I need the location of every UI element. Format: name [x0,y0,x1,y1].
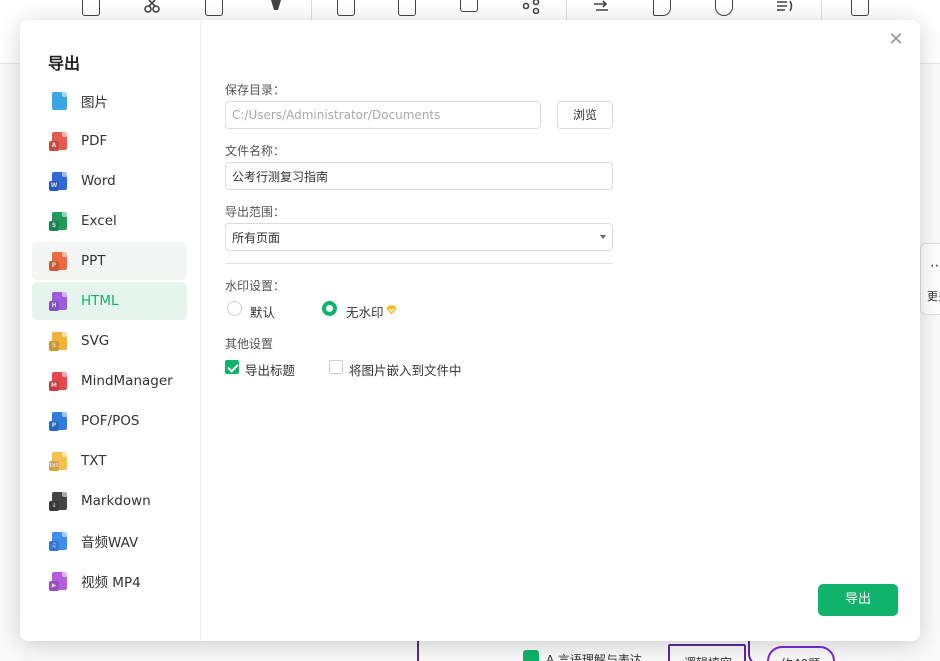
watermark-default-radio[interactable] [227,301,242,316]
file-format-icon [52,92,67,110]
section-divider [225,263,613,264]
format-item-mindmanager[interactable]: M MindManager [32,362,187,400]
premium-diamond-icon [386,305,397,315]
format-item-label: 视频 MP4 [81,575,141,591]
file-format-icon: txt [49,452,67,471]
format-item-0[interactable]: 图片 [32,82,187,120]
file-format-icon: ♫ [49,532,67,551]
watermark-none-label[interactable]: 无水印 [346,302,384,321]
format-item-label: SVG [81,333,110,349]
save-dir-input: C:/Users/Administrator/Documents [225,101,541,129]
file-name-label: 文件名称： [225,144,286,158]
export-dialog: 导出 图片 A PDF W Word S Excel P PPT H HTML S SVG M MindMa… [20,20,920,641]
file-format-icon: H [49,292,67,311]
format-sidebar: 导出 图片 A PDF W Word S Excel P PPT H HTML S SVG M MindMa… [20,20,201,641]
browse-button[interactable]: 浏览 [557,101,613,129]
format-item-pof-pos[interactable]: P POF/POS [32,402,187,440]
toolbar-brush-icon[interactable] [267,0,285,16]
node-checkbox-icon[interactable] [523,650,539,661]
export-range-select[interactable]: 所有页面 [225,223,613,251]
toolbar-separator [566,0,567,20]
format-item-label: Excel [81,213,117,229]
toolbar-search-doc-icon[interactable] [851,0,869,16]
toolbar-subtopic-icon[interactable] [337,0,355,16]
file-format-icon: A [49,132,67,151]
save-dir-label: 保存目录： [225,83,286,97]
toolbar-note-icon[interactable] [82,0,100,16]
format-item-label: HTML [81,293,119,309]
toolbar-comment-icon[interactable] [653,0,671,16]
format-item-pdf[interactable]: A PDF [32,122,187,160]
format-item-label: Markdown [81,493,151,509]
export-title-label[interactable]: 导出标题 [245,360,295,379]
export-title-checkbox[interactable] [225,360,239,374]
more-side-button[interactable]: ⋯ 更多 [920,243,940,315]
format-item-wav[interactable]: ♫ 音频WAV [32,522,187,560]
close-icon[interactable]: ✕ [886,30,906,50]
format-item-label: POF/POS [81,413,140,429]
format-item-label: MindManager [81,373,173,389]
toolbar-summary-icon[interactable] [715,0,733,16]
toolbar-scissors-icon[interactable] [143,0,161,16]
format-item-txt[interactable]: txt TXT [32,442,187,480]
toolbar-connector-icon[interactable] [592,0,610,16]
toolbar-frame-icon[interactable] [460,0,478,12]
format-item-html[interactable]: H HTML [32,282,187,320]
format-item-word[interactable]: W Word [32,162,187,200]
file-format-icon: ↓ [49,492,67,511]
file-format-icon: S [49,212,67,231]
watermark-default-label[interactable]: 默认 [250,302,275,321]
format-item-label: TXT [81,453,107,469]
toolbar-list-icon[interactable] [776,0,794,16]
export-range-label: 导出范围： [225,205,286,219]
toolbar-copy-icon[interactable] [205,0,223,16]
file-name-input[interactable]: 公考行测复习指南 [225,162,613,190]
format-item-excel[interactable]: S Excel [32,202,187,240]
toolbar-separator [311,0,312,20]
dialog-title: 导出 [48,54,81,73]
format-item-label: Word [81,173,116,189]
file-format-icon: M [49,372,67,391]
mindmap-node-box[interactable]: 逻辑填空 [668,644,746,661]
other-settings-label: 其他设置 [225,337,274,351]
file-format-icon: S [49,332,67,351]
more-icon: ⋯ [930,258,940,274]
format-list: 图片 A PDF W Word S Excel P PPT H HTML S SVG M MindManag… [32,82,187,602]
toolbar-separator [821,0,822,20]
export-range-value: 所有页面 [232,230,281,245]
format-item-label: PPT [81,253,106,269]
embed-images-label[interactable]: 将图片嵌入到文件中 [349,360,462,379]
watermark-none-radio[interactable] [322,301,337,316]
chevron-down-icon [600,235,606,239]
more-label: 更多 [927,290,940,303]
format-item-label: PDF [81,133,108,149]
mindmap-node-pill[interactable]: 约40题 [767,646,835,661]
file-format-icon: P [49,252,67,271]
format-item-markdown[interactable]: ↓ Markdown [32,482,187,520]
file-format-icon: W [49,172,67,191]
file-format-icon: ▶ [49,572,67,591]
format-item-mp4[interactable]: ▶ 视频 MP4 [32,562,187,600]
toolbar-child-icon[interactable] [398,0,416,16]
mindmap-node-text[interactable]: A.言语理解与表达 [546,651,642,661]
format-item-ppt[interactable]: P PPT [32,242,187,280]
toolbar-relation-icon[interactable] [522,0,540,16]
format-item-svg[interactable]: S SVG [32,322,187,360]
embed-images-checkbox[interactable] [329,360,343,374]
file-format-icon: P [49,412,67,431]
export-button[interactable]: 导出 [818,584,898,616]
format-item-label: 图片 [81,95,108,111]
watermark-label: 水印设置： [225,279,286,293]
format-item-label: 音频WAV [81,535,139,551]
